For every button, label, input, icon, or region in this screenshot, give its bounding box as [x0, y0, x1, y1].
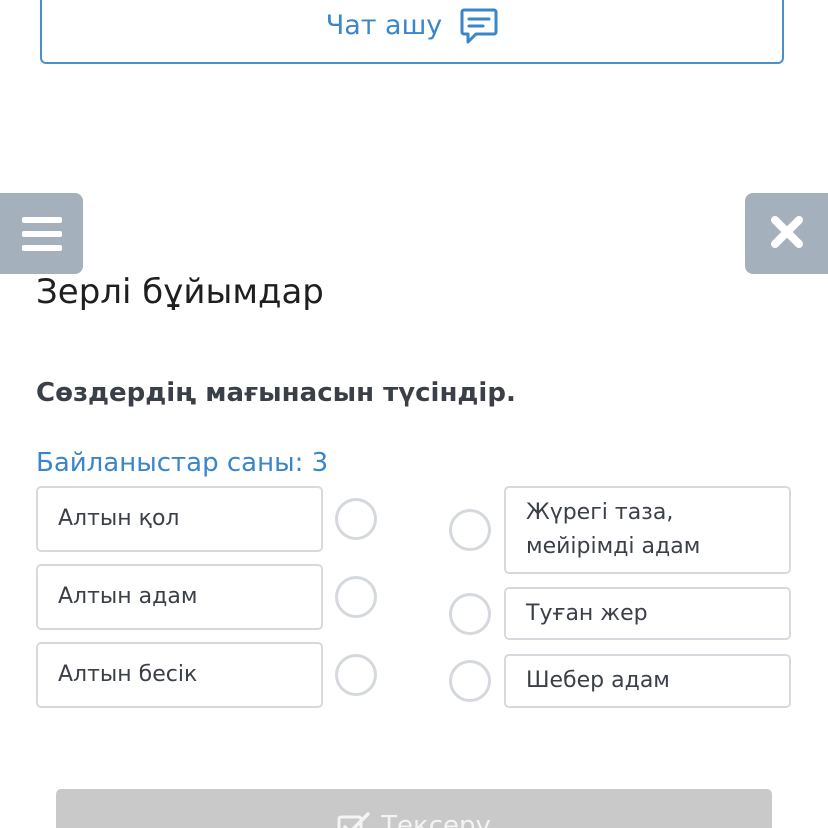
match-right-item-2[interactable]: Туған жер	[504, 587, 791, 640]
match-item-label: Шебер адам	[526, 668, 670, 693]
match-right-radio-3[interactable]	[449, 660, 491, 702]
chat-button-label: Чат ашу	[325, 9, 443, 41]
match-item-label: Туған жер	[526, 600, 648, 626]
menu-button[interactable]	[0, 193, 83, 274]
close-icon	[770, 215, 804, 253]
match-left-item-2[interactable]: Алтын адам	[36, 564, 323, 630]
match-left-radio-3[interactable]	[335, 654, 377, 696]
checkbox-edit-icon	[337, 811, 371, 828]
match-item-label: Алтын қол	[58, 506, 180, 531]
connections-count: Байланыстар саны: 3	[36, 448, 329, 478]
match-right-item-1[interactable]: Жүрегі таза, мейірімді адам	[504, 486, 791, 574]
check-answer-button[interactable]: Тексеру	[56, 789, 772, 828]
lesson-title: Зерлі бұйымдар	[36, 272, 324, 312]
task-instruction: Сөздердің мағынасын түсіндір.	[36, 378, 516, 408]
match-left-item-1[interactable]: Алтын қол	[36, 486, 323, 552]
hamburger-menu-icon	[21, 216, 62, 251]
match-item-label: Жүрегі таза, мейірімді адам	[526, 500, 701, 559]
match-left-radio-2[interactable]	[335, 576, 377, 618]
open-chat-button[interactable]: Чат ашу	[40, 0, 784, 64]
match-left-item-3[interactable]: Алтын бесік	[36, 642, 323, 708]
match-right-radio-2[interactable]	[449, 593, 491, 635]
chat-icon	[460, 7, 498, 45]
page: Чат ашу Зерлі бұйымдар Сөздердің мағынас…	[0, 0, 828, 828]
match-item-label: Алтын бесік	[58, 662, 198, 687]
close-button[interactable]	[745, 193, 828, 274]
match-left-radio-1[interactable]	[335, 498, 377, 540]
match-right-radio-1[interactable]	[449, 509, 491, 551]
match-right-item-3[interactable]: Шебер адам	[504, 654, 791, 708]
check-button-label: Тексеру	[381, 811, 491, 828]
match-item-label: Алтын адам	[58, 584, 198, 609]
